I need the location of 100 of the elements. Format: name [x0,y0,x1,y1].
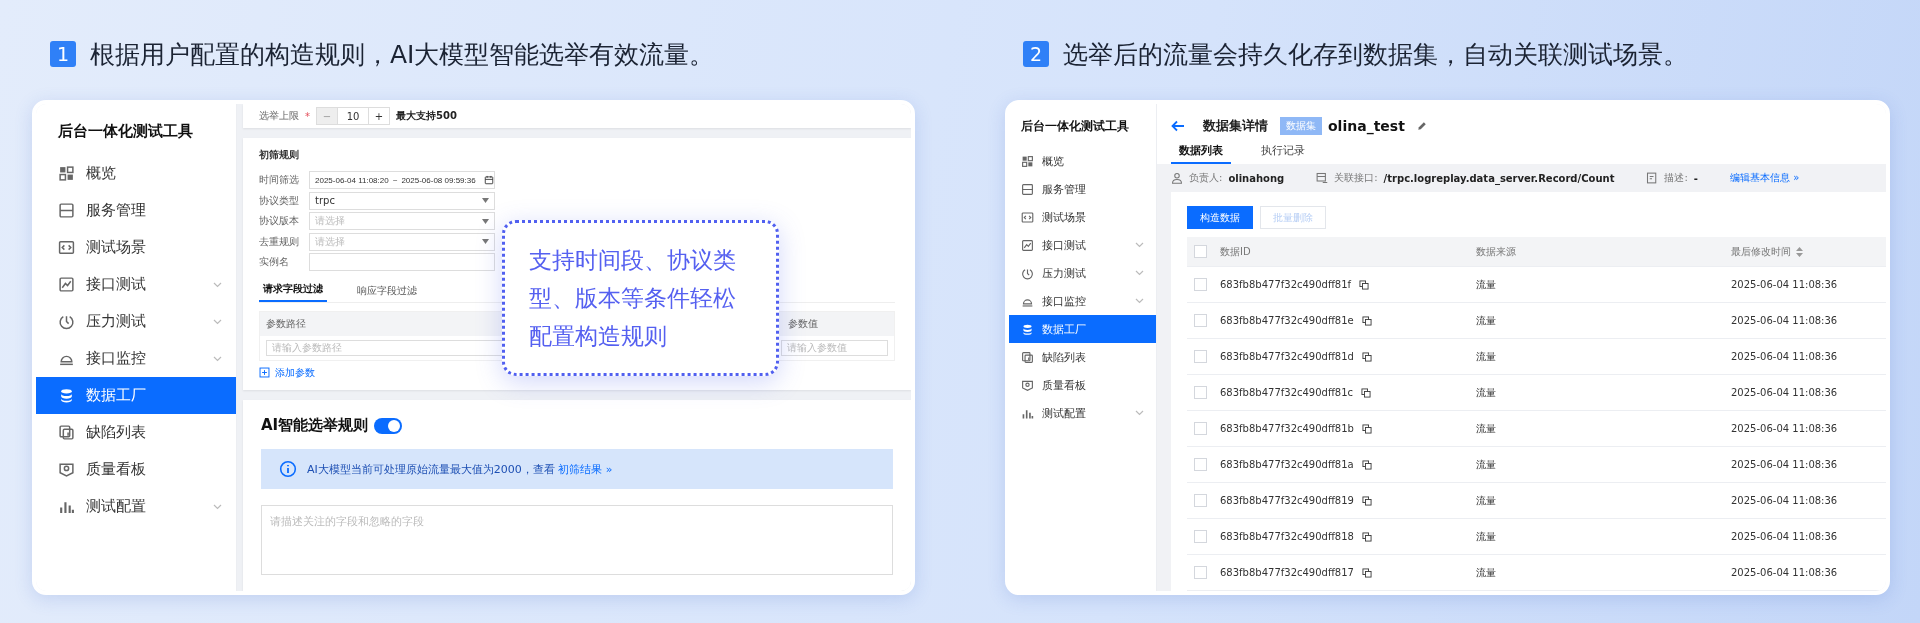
plus-button[interactable]: + [369,108,389,124]
table-cell-text: 2025-06-04 11:08:36 [1731,387,1839,398]
sidebar-item[interactable]: 数据工厂 [1009,315,1156,343]
gauge-icon [58,313,75,330]
info-label: 负责人: [1189,171,1223,185]
table-cell-text: 流量 [1476,493,1497,508]
checkbox[interactable] [1194,350,1207,363]
sidebar-item[interactable]: 测试配置 [1009,399,1156,427]
caption-text: 根据用户配置的构造规则，AI大模型智能选举有效流量。 [90,38,715,71]
copy-icon[interactable] [1361,387,1372,398]
table-cell-text: 流量 [1476,529,1497,544]
checkbox[interactable] [1194,494,1207,507]
tab[interactable]: 请求字段过滤 [259,282,327,302]
back-arrow-icon[interactable] [1171,120,1185,132]
table-cell: 683fb8b477f32c490dff81d [1220,351,1354,362]
copy-icon[interactable] [1361,531,1372,542]
database-icon [1021,322,1034,336]
table-cell-text: 2025-06-04 11:08:36 [1731,459,1839,470]
column-header: 数据来源 [1476,244,1516,259]
sidebar-item[interactable]: 测试场景 [36,229,236,266]
badge-icon [1021,378,1034,392]
checkbox[interactable] [1194,422,1207,435]
caret-down-icon [482,218,489,224]
column-header: 参数值 [788,317,819,331]
chevron-down-icon [213,281,222,288]
checkbox[interactable] [1194,314,1207,327]
sidebar-item[interactable]: 数据工厂 [36,377,236,414]
api-path: /trpc.logreplay.data_server.Record/Count [1383,172,1615,184]
documents-icon [1021,350,1034,364]
copy-icon[interactable] [1361,495,1372,506]
sidebar-item[interactable]: 服务管理 [36,192,236,229]
tab[interactable]: 响应字段过滤 [353,284,421,302]
table-cell: 683fb8b477f32c490dff81c [1220,387,1354,398]
table-cell: 683fb8b477f32c490dff817 [1220,567,1354,578]
checkbox[interactable] [1194,530,1207,543]
select-field[interactable]: trpc [309,191,495,210]
edit-info-link[interactable]: 编辑基本信息 » [1729,171,1800,185]
checkbox[interactable] [1194,245,1207,258]
database-icon [58,387,75,404]
copy-icon[interactable] [1361,567,1372,578]
column-header[interactable]: 最后修改时间 [1731,244,1803,259]
sidebar-item[interactable]: 接口测试 [36,266,236,303]
number-stepper[interactable]: − 10 + [316,107,390,125]
chevron-down-icon [213,355,222,362]
copy-icon[interactable] [1361,423,1372,434]
column-header: 参数路径 [266,317,306,331]
field-label: 选举上限 [259,109,299,123]
sidebar-item[interactable]: 质量看板 [1009,371,1156,399]
table-cell-text: 流量 [1476,349,1497,364]
chart-icon [1021,238,1034,252]
field-label: 协议类型 [259,193,300,208]
calendar-icon [483,175,494,186]
copy-icon[interactable] [1361,315,1372,326]
sidebar-item[interactable]: 缺陷列表 [36,414,236,451]
result-link[interactable]: 初筛结果 » [558,462,613,476]
panel-icon [1021,182,1034,196]
info-label: 关联接口: [1334,171,1378,185]
copy-icon[interactable] [1361,351,1372,362]
sidebar-item[interactable]: 缺陷列表 [1009,343,1156,371]
required-mark: * [305,110,310,122]
sidebar-item[interactable]: 接口监控 [1009,287,1156,315]
grid-icon [1021,154,1034,168]
tab[interactable]: 数据列表 [1171,140,1231,164]
table-cell-text: 2025-06-04 11:08:36 [1731,315,1839,326]
text-field[interactable] [309,253,495,272]
copy-icon[interactable] [1361,459,1372,470]
copy-icon[interactable] [1359,279,1370,290]
sidebar-item[interactable]: 接口测试 [1009,231,1156,259]
table-cell: 683fb8b477f32c490dff81b [1220,423,1354,434]
range-separator: ~ [392,175,398,185]
sidebar-item[interactable]: 接口监控 [36,340,236,377]
callout-tooltip: 支持时间段、协议类型、版本等条件轻松配置构造规则 [502,220,779,376]
add-param-link[interactable]: 添加参数 [275,366,315,380]
add-icon [259,367,270,379]
table-cell-text: 流量 [1476,421,1497,436]
table-cell: 683fb8b477f32c490dff81f [1220,279,1352,290]
toggle-switch[interactable] [374,417,403,434]
code-icon [1021,210,1034,224]
step-number-badge: 2 [1023,41,1049,67]
sidebar-item[interactable]: 概览 [36,155,236,192]
sidebar-item[interactable]: 服务管理 [1009,175,1156,203]
table-cell: 683fb8b477f32c490dff818 [1220,531,1354,542]
app-title: 后台一体化测试工具 [57,121,194,142]
checkbox[interactable] [1194,278,1207,291]
sidebar-item[interactable]: 测试配置 [36,488,236,525]
sort-icon [1796,246,1803,257]
date-range-field[interactable]: 2025-06-04 11:08:20 ~ 2025-06-08 09:59:36 [309,171,495,190]
sidebar-item[interactable]: 压力测试 [1009,259,1156,287]
chart-icon [58,276,75,293]
sidebar-item[interactable]: 概览 [1009,147,1156,175]
sidebar-item[interactable]: 测试场景 [1009,203,1156,231]
checkbox[interactable] [1194,386,1207,399]
sidebar-item[interactable]: 压力测试 [36,303,236,340]
field-label: 实例名 [259,255,290,270]
tab[interactable]: 执行记录 [1253,140,1313,164]
checkbox[interactable] [1194,566,1207,579]
create-data-button[interactable]: 构造数据 [1187,206,1253,229]
sidebar-item[interactable]: 质量看板 [36,451,236,488]
field-label: 协议版本 [259,214,300,229]
checkbox[interactable] [1194,458,1207,471]
